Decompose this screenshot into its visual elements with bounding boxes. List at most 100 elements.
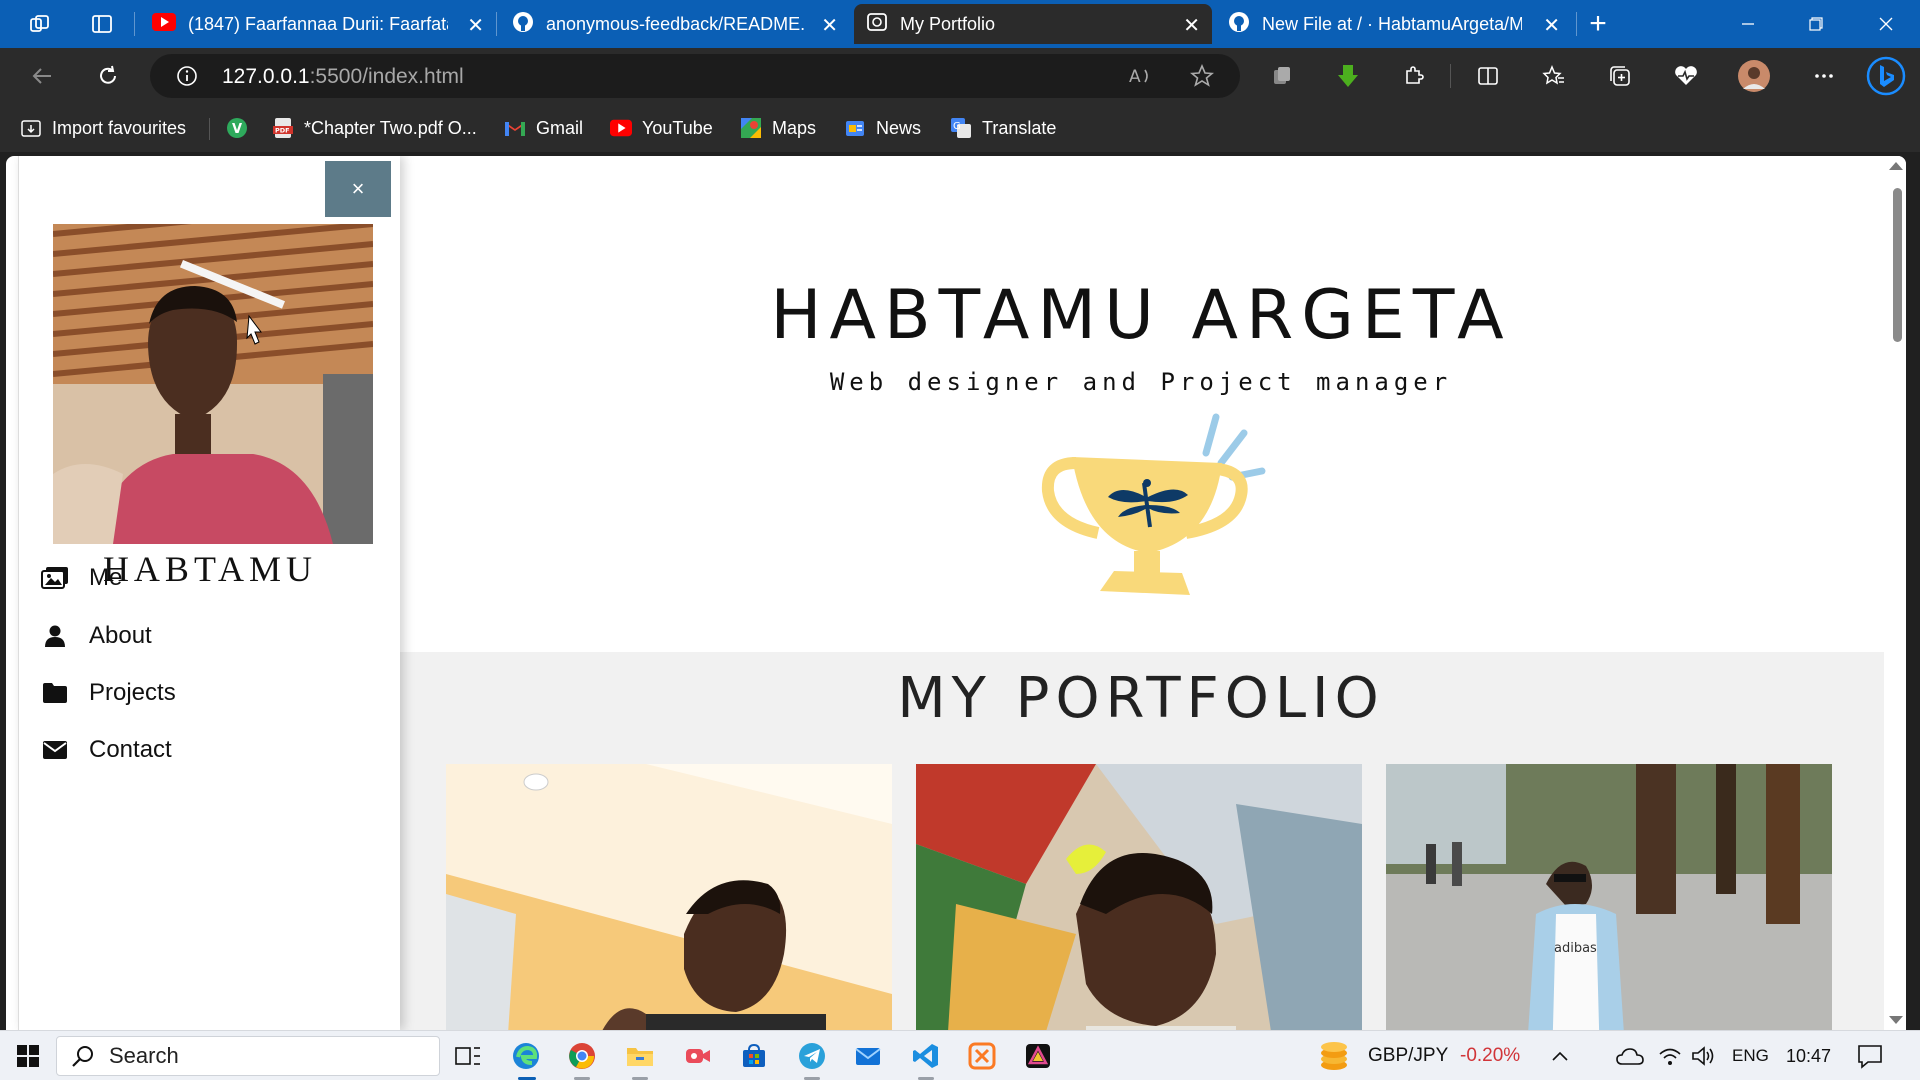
svg-text:PDF: PDF <box>275 127 290 135</box>
chrome-icon[interactable] <box>566 1040 598 1072</box>
split-screen-icon[interactable] <box>1470 58 1506 94</box>
portfolio-card-photo[interactable] <box>446 764 892 1030</box>
page-title: HABTAMU ARGETA <box>770 276 1512 355</box>
envelope-icon <box>41 736 69 764</box>
vscode-icon[interactable] <box>910 1040 942 1072</box>
portfolio-card-photo[interactable] <box>916 764 1362 1030</box>
chevron-up-icon[interactable] <box>1544 1040 1576 1072</box>
minimize-icon[interactable] <box>1714 0 1782 48</box>
fav-import-favourites[interactable]: Import favourites <box>20 116 186 140</box>
ticker-change[interactable]: -0.20% <box>1460 1045 1520 1067</box>
wifi-icon[interactable] <box>1654 1040 1686 1072</box>
tab-youtube[interactable]: (1847) Faarfannaa Durii: Faarfata ✕ <box>140 4 496 44</box>
svg-text:G: G <box>953 121 961 132</box>
favorites-icon[interactable] <box>1536 58 1572 94</box>
tab-title: anonymous-feedback/README.m <box>546 13 806 34</box>
nav-link-projects[interactable]: Projects <box>41 673 176 713</box>
scrollbar-thumb[interactable] <box>1893 188 1902 342</box>
tab-my-portfolio[interactable]: My Portfolio ✕ <box>854 4 1212 44</box>
site-info-icon[interactable] <box>176 65 198 92</box>
taskbar-search[interactable]: Search <box>56 1036 440 1076</box>
fav-chapter-two-pdf[interactable]: PDF *Chapter Two.pdf O... <box>272 116 477 140</box>
fav-gmail[interactable]: Gmail <box>504 116 583 140</box>
download-extension-icon[interactable] <box>1330 58 1366 94</box>
nav-link-me[interactable]: Me <box>41 558 122 598</box>
input-language[interactable]: ENG <box>1732 1046 1769 1066</box>
tab-close-button[interactable]: ✕ <box>1183 13 1200 38</box>
window-close-icon[interactable] <box>1852 0 1920 48</box>
app-launcher-icon[interactable] <box>1022 1040 1054 1072</box>
translate-icon: G <box>950 117 972 139</box>
sidenav-close-button[interactable]: × <box>325 161 391 217</box>
maps-icon <box>740 117 762 139</box>
svg-text:V: V <box>232 122 242 137</box>
address-bar[interactable]: 127.0.0.1:5500/index.html A <box>150 54 1240 98</box>
collections-icon[interactable] <box>1602 58 1638 94</box>
favorites-bar: Import favourites V PDF *Chapter Two.pdf… <box>0 104 1920 152</box>
nav-link-contact[interactable]: Contact <box>41 730 172 770</box>
notifications-icon[interactable] <box>1854 1040 1886 1072</box>
profile-avatar[interactable] <box>1736 58 1772 94</box>
page-scrollbar[interactable] <box>1886 156 1906 1030</box>
page-icon <box>866 11 888 38</box>
github-icon <box>1228 11 1250 38</box>
portfolio-section: MY PORTFOLIO adibas <box>398 652 1884 1030</box>
more-options-icon[interactable] <box>1806 58 1842 94</box>
vertical-tabs-icon[interactable] <box>84 8 120 40</box>
screen-recorder-icon[interactable] <box>682 1040 714 1072</box>
scroll-down-icon[interactable] <box>1889 1016 1903 1024</box>
fav-v-extension[interactable]: V <box>226 116 258 140</box>
onedrive-cloud-icon[interactable] <box>1614 1040 1646 1072</box>
fav-news[interactable]: News <box>844 116 921 140</box>
volume-icon[interactable] <box>1688 1040 1720 1072</box>
trophy-illustration <box>1041 413 1266 595</box>
extension-icon[interactable] <box>1264 58 1300 94</box>
images-icon <box>41 564 69 592</box>
page-viewport: HABTAMU ARGETA Web designer and Project … <box>6 156 1906 1030</box>
extensions-puzzle-icon[interactable] <box>1396 58 1432 94</box>
news-icon <box>844 117 866 139</box>
back-icon[interactable] <box>24 58 60 94</box>
svg-text:adibas: adibas <box>1554 941 1597 956</box>
side-navigation: × HABTAMU Me About Projects Contact <box>18 156 400 1030</box>
restore-icon[interactable] <box>1782 0 1850 48</box>
fav-maps[interactable]: Maps <box>740 116 816 140</box>
nav-label: Me <box>89 564 123 591</box>
tab-close-button[interactable]: ✕ <box>821 13 838 38</box>
microsoft-store-icon[interactable] <box>738 1040 770 1072</box>
ticker-pair[interactable]: GBP/JPY <box>1368 1045 1448 1067</box>
portfolio-photo <box>916 764 1362 1030</box>
tab-github-new-file[interactable]: New File at / · HabtamuArgeta/M ✕ <box>1216 4 1572 44</box>
bing-copilot-icon[interactable] <box>1866 56 1906 96</box>
user-icon <box>41 622 69 650</box>
scroll-up-icon[interactable] <box>1889 162 1903 170</box>
refresh-icon[interactable] <box>90 58 126 94</box>
file-explorer-icon[interactable] <box>624 1040 656 1072</box>
workspaces-icon[interactable] <box>22 8 58 40</box>
new-tab-button[interactable]: + <box>1580 7 1616 40</box>
tab-title: My Portfolio <box>900 13 996 34</box>
github-icon <box>512 11 534 38</box>
browser-toolbar: 127.0.0.1:5500/index.html A <box>0 48 1920 104</box>
url-text[interactable]: 127.0.0.1:5500/index.html <box>222 65 464 89</box>
xampp-icon[interactable] <box>966 1040 998 1072</box>
fav-translate[interactable]: G Translate <box>950 116 1056 140</box>
clock-time[interactable]: 10:47 <box>1786 1046 1831 1067</box>
tab-close-button[interactable]: ✕ <box>1543 13 1560 38</box>
currency-ticker-icon[interactable] <box>1318 1040 1350 1072</box>
youtube-icon <box>152 12 176 36</box>
tab-github-readme[interactable]: anonymous-feedback/README.m ✕ <box>500 4 850 44</box>
read-aloud-icon[interactable]: A <box>1128 64 1154 93</box>
edge-browser-icon[interactable] <box>510 1040 542 1072</box>
tab-close-button[interactable]: ✕ <box>467 13 484 38</box>
browser-essentials-icon[interactable] <box>1668 58 1704 94</box>
windows-start-icon[interactable] <box>12 1040 44 1072</box>
telegram-icon[interactable] <box>796 1040 828 1072</box>
search-icon <box>71 1044 95 1068</box>
favorite-star-icon[interactable] <box>1189 63 1215 93</box>
fav-youtube[interactable]: YouTube <box>610 116 713 140</box>
portfolio-card-photo[interactable]: adibas <box>1386 764 1832 1030</box>
task-view-icon[interactable] <box>452 1040 484 1072</box>
mail-icon[interactable] <box>852 1040 884 1072</box>
nav-link-about[interactable]: About <box>41 616 152 656</box>
